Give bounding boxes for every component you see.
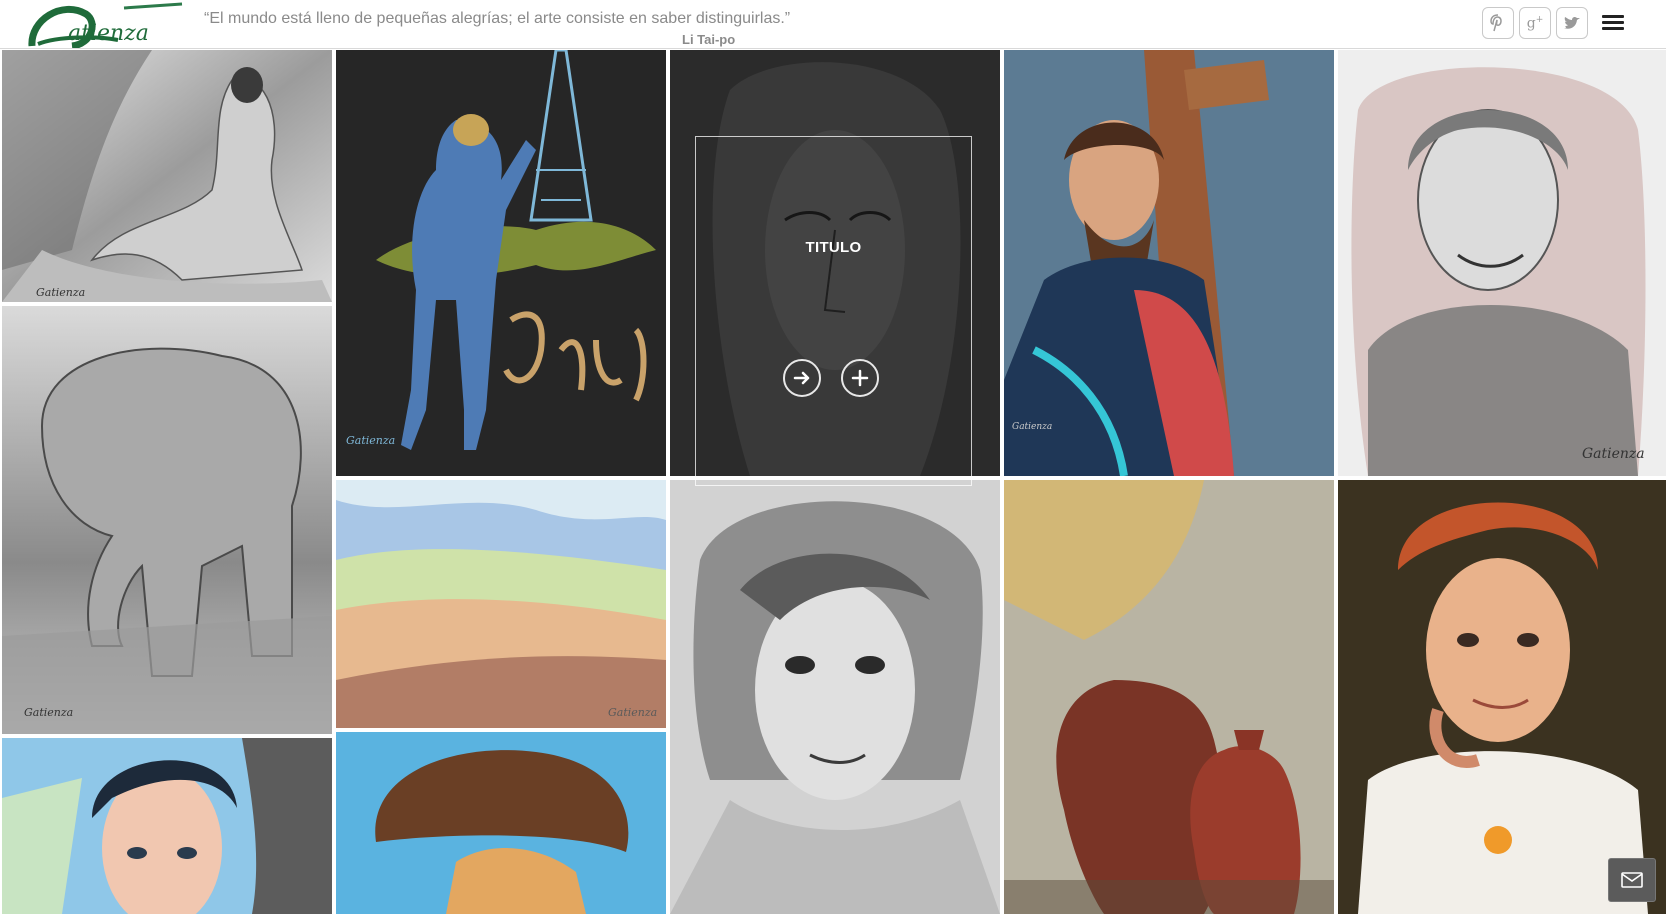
artwork-paris-eiffel[interactable]: Gatienza	[336, 50, 666, 476]
elderly-woman-drawing	[1338, 50, 1666, 476]
artwork-christ-cross[interactable]: Gatienza	[1004, 50, 1334, 476]
redhead-woman-pastel	[1338, 480, 1666, 914]
twitter-icon	[1564, 16, 1580, 29]
artwork-girl-charcoal[interactable]	[670, 480, 1000, 914]
artist-signature: Gatienza	[24, 706, 74, 719]
arrow-right-icon	[793, 371, 810, 385]
contact-button[interactable]	[1608, 858, 1656, 902]
envelope-icon	[1621, 872, 1643, 888]
artwork-still-life-jugs[interactable]	[1004, 480, 1334, 914]
artwork-redhead-woman[interactable]	[1338, 480, 1666, 914]
artwork-nude-back[interactable]: Gatienza	[2, 50, 332, 302]
quote-author: Li Tai-po	[682, 32, 736, 47]
still-life-jugs-pastel	[1004, 480, 1334, 914]
twitter-button[interactable]	[1556, 7, 1588, 39]
artwork-elephant[interactable]: Gatienza	[2, 306, 332, 734]
artist-signature: Gatienza	[36, 286, 86, 299]
artist-signature: Gatienza	[1582, 446, 1645, 462]
logo-text: atienza	[68, 21, 149, 46]
header-quote: “El mundo está lleno de pequeñas alegría…	[204, 10, 791, 27]
artwork-woman-portrait-blue[interactable]	[2, 738, 332, 914]
artist-signature: Gatienza	[1012, 422, 1053, 432]
elephant-drawing	[2, 306, 332, 734]
plus-icon	[851, 369, 869, 387]
site-logo[interactable]: atienza	[28, 0, 188, 50]
christ-cross-painting	[1004, 50, 1334, 476]
artist-signature: Gatienza	[346, 434, 396, 447]
artwork-hover-overlay[interactable]: TITULO	[695, 136, 972, 486]
woman-hat-pastel	[336, 732, 666, 914]
nude-back-drawing	[2, 50, 332, 302]
logo-mark: atienza	[28, 2, 183, 50]
landscape-fields-watercolor	[336, 480, 666, 728]
google-plus-button[interactable]: g+	[1519, 7, 1551, 39]
google-plus-icon: g+	[1526, 14, 1544, 32]
artwork-landscape-fields[interactable]: Gatienza	[336, 480, 666, 728]
artist-signature: Gatienza	[608, 706, 658, 719]
artwork-woman-hat[interactable]	[336, 732, 666, 914]
girl-charcoal-drawing	[670, 480, 1000, 914]
hamburger-menu-icon[interactable]	[1602, 12, 1624, 36]
overlay-title: TITULO	[805, 239, 862, 256]
pinterest-button[interactable]	[1482, 7, 1514, 39]
woman-portrait-blue-painting	[2, 738, 332, 914]
open-link-button[interactable]	[783, 359, 821, 397]
site-header: atienza “El mundo está lleno de pequeñas…	[0, 0, 1666, 50]
artwork-elderly-woman[interactable]: Gatienza	[1338, 50, 1666, 476]
zoom-button[interactable]	[841, 359, 879, 397]
pinterest-icon	[1490, 14, 1502, 32]
artwork-gallery: Gatienza Gatienza Gatienza Gatienza Gati…	[0, 48, 1666, 914]
paris-eiffel-painting	[336, 50, 666, 476]
